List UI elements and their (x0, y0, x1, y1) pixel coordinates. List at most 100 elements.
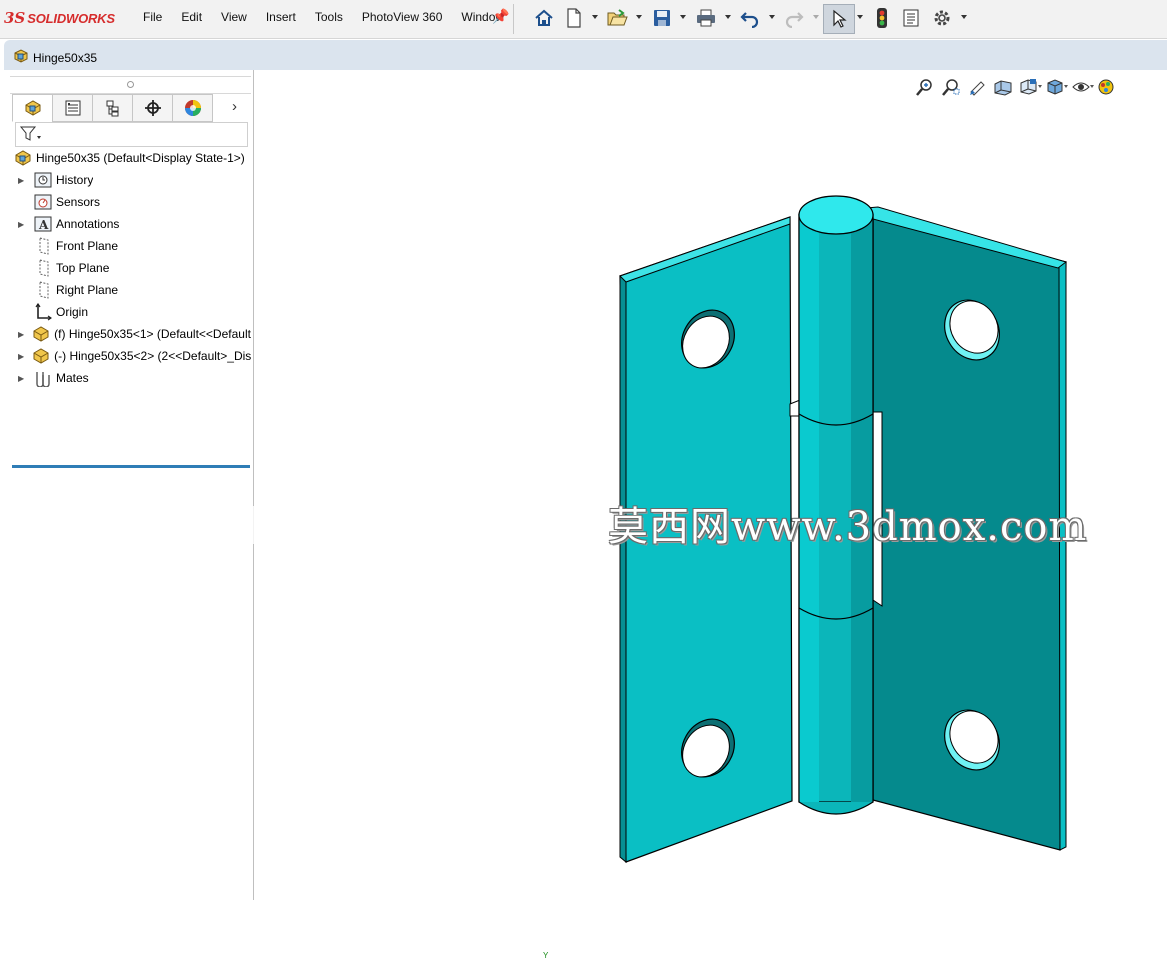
home-icon[interactable] (533, 6, 555, 30)
solidworks-logo: 3S SOLIDWORKS (4, 6, 115, 30)
plane-icon (34, 237, 52, 255)
tree-item-front-plane[interactable]: Front Plane (34, 236, 118, 256)
plane-icon (34, 259, 52, 277)
select-dropdown-icon[interactable] (857, 15, 863, 19)
document-title: Hinge50x35 (33, 51, 98, 65)
display-style-icon[interactable] (1042, 76, 1068, 98)
tree-item-label: Right Plane (56, 283, 119, 297)
expand-arrow-icon[interactable]: ▶ (18, 374, 26, 383)
menu-insert[interactable]: Insert (266, 10, 296, 24)
tree-item-component-2[interactable]: ▶ (-) Hinge50x35<2> (2<<Default>_Display… (18, 346, 251, 366)
previous-view-icon[interactable] (964, 76, 990, 98)
expand-arrow-icon[interactable]: ▶ (18, 352, 24, 361)
undo-icon[interactable] (739, 6, 761, 30)
part-icon (32, 325, 50, 343)
mates-icon (34, 369, 52, 387)
tree-item-label: History (56, 173, 94, 187)
tree-item-label: Top Plane (56, 261, 110, 275)
redo-dropdown-icon[interactable] (813, 15, 819, 19)
tree-item-label: Sensors (56, 195, 101, 209)
tree-item-label: Origin (56, 305, 89, 319)
tree-item-history[interactable]: ▶ History (18, 170, 93, 190)
command-bar: 3S SOLIDWORKS File Edit View Insert Tool… (0, 0, 1167, 39)
new-document-icon[interactable] (563, 6, 585, 30)
filter-icon (19, 126, 42, 145)
expand-arrow-icon[interactable]: ▶ (18, 176, 26, 185)
save-icon[interactable] (651, 6, 673, 30)
edit-appearance-icon[interactable] (1094, 76, 1120, 98)
display-manager-tab[interactable] (172, 94, 213, 122)
print-icon[interactable] (694, 6, 718, 30)
heads-up-view-toolbar (912, 76, 1120, 98)
pane-splitter[interactable] (10, 76, 251, 94)
hinge-barrel-bottom (798, 801, 874, 815)
open-icon[interactable] (605, 6, 629, 30)
tree-item-top-plane[interactable]: Top Plane (34, 258, 109, 278)
expand-arrow-icon[interactable]: ▶ (18, 220, 26, 229)
propertymanager-tab[interactable] (52, 94, 92, 122)
options-dropdown-icon[interactable] (961, 15, 967, 19)
new-dropdown-icon[interactable] (592, 15, 598, 19)
save-dropdown-icon[interactable] (680, 15, 686, 19)
view-orientation-icon[interactable] (1016, 76, 1042, 98)
hinge-model[interactable] (254, 70, 1167, 900)
featuremanager-tab[interactable] (12, 94, 52, 122)
part-icon (32, 347, 50, 365)
manager-tabs (12, 94, 251, 122)
document-title-bar: Hinge50x35 (4, 40, 1167, 70)
hinge-barrel-top (798, 195, 874, 235)
tree-end-marker (12, 465, 250, 468)
tree-item-label: Front Plane (56, 239, 119, 253)
tree-item-right-plane[interactable]: Right Plane (34, 280, 118, 300)
tree-item-component-1[interactable]: ▶ (f) Hinge50x35<1> (Default<<Default>_D… (18, 324, 251, 344)
menu-tools[interactable]: Tools (315, 10, 343, 24)
print-dropdown-icon[interactable] (725, 15, 731, 19)
open-dropdown-icon[interactable] (636, 15, 642, 19)
file-properties-icon[interactable] (900, 6, 922, 30)
redo-icon[interactable] (783, 6, 805, 30)
triad-y-label: Y (543, 951, 549, 960)
section-view-icon[interactable] (990, 76, 1016, 98)
tree-item-origin[interactable]: Origin (34, 302, 88, 322)
feature-filter[interactable] (15, 122, 248, 147)
history-icon (34, 171, 52, 189)
tabs-overflow-chevron-icon[interactable]: › (232, 98, 237, 115)
origin-icon (34, 303, 52, 321)
tree-item-sensors[interactable]: Sensors (34, 192, 100, 212)
plane-icon (34, 281, 52, 299)
reference-triad: Y (543, 951, 548, 960)
undo-dropdown-icon[interactable] (769, 15, 775, 19)
configurationmanager-tab[interactable] (92, 94, 132, 122)
hide-show-items-icon[interactable] (1068, 76, 1094, 98)
dimxpert-tab[interactable] (132, 94, 172, 122)
tree-item-label: (f) Hinge50x35<1> (Default<<Default>_Dis… (54, 327, 251, 341)
options-icon[interactable] (931, 6, 953, 30)
tree-item-label: Mates (56, 371, 89, 385)
pin-icon[interactable]: 📌 (492, 8, 509, 25)
menu-photoview[interactable]: PhotoView 360 (362, 10, 443, 24)
tree-item-annotations[interactable]: ▶ A Annotations (18, 214, 119, 234)
assembly-icon (13, 48, 29, 67)
svg-text:A: A (38, 218, 49, 232)
tree-root[interactable]: Hinge50x35 (Default<Display State-1>) (14, 148, 245, 168)
featuremanager-pane: › Hinge50x35 (Default<Display State-1>) … (10, 70, 254, 900)
tree-item-label: (-) Hinge50x35<2> (2<<Default>_Display S… (54, 349, 251, 363)
menu-file[interactable]: File (143, 10, 162, 24)
annotations-icon: A (34, 215, 52, 233)
expand-arrow-icon[interactable]: ▶ (18, 330, 24, 339)
tree-item-label: Annotations (56, 217, 120, 231)
tree-item-mates[interactable]: ▶ Mates (18, 368, 89, 388)
watermark-text: 莫西网www.3dmox.com (608, 504, 1088, 550)
menu-bar: File Edit View Insert Tools PhotoView 36… (143, 10, 523, 24)
menu-view[interactable]: View (221, 10, 247, 24)
toolbar-separator (513, 4, 514, 34)
logo-mark: 3S (4, 9, 26, 27)
graphics-area[interactable]: 莫西网www.3dmox.com Y (254, 70, 1167, 960)
rebuild-icon[interactable] (873, 6, 891, 30)
zoom-to-area-icon[interactable] (938, 76, 964, 98)
sensors-icon (34, 193, 52, 211)
select-icon[interactable] (823, 4, 855, 34)
hinge-left-leaf-edge (619, 275, 627, 864)
menu-edit[interactable]: Edit (181, 10, 202, 24)
zoom-to-fit-icon[interactable] (912, 76, 938, 98)
